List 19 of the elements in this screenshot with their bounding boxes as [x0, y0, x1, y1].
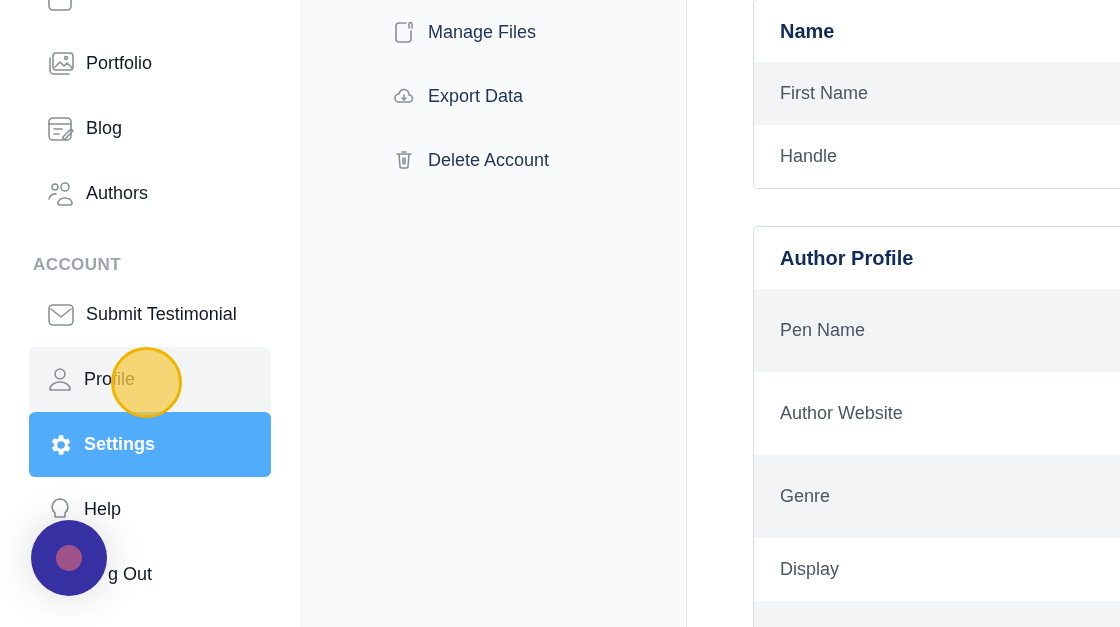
- field-label: First Name: [780, 82, 868, 105]
- menu-link[interactable]: Manage Files: [394, 0, 686, 64]
- menu-link[interactable]: Export Data: [394, 64, 686, 128]
- field-label: Author Website: [780, 402, 903, 425]
- images-icon: [47, 50, 75, 77]
- field-label: Pen Name: [780, 319, 866, 342]
- users-icon: [47, 180, 75, 207]
- file-clip-icon: [394, 21, 414, 43]
- card-title: Name: [780, 19, 835, 44]
- field-label: Handle: [780, 145, 838, 168]
- section-heading: ACCOUNT: [33, 253, 121, 276]
- field-label: Display: [780, 558, 840, 581]
- note-edit-icon: [47, 115, 75, 142]
- field-label: Genre: [780, 485, 831, 508]
- cloud-download-icon: [394, 88, 414, 104]
- card-title: Author Profile: [780, 246, 914, 271]
- menu-link[interactable]: Delete Account: [394, 128, 686, 192]
- envelope-icon: [47, 302, 75, 327]
- trash-icon: [395, 150, 413, 170]
